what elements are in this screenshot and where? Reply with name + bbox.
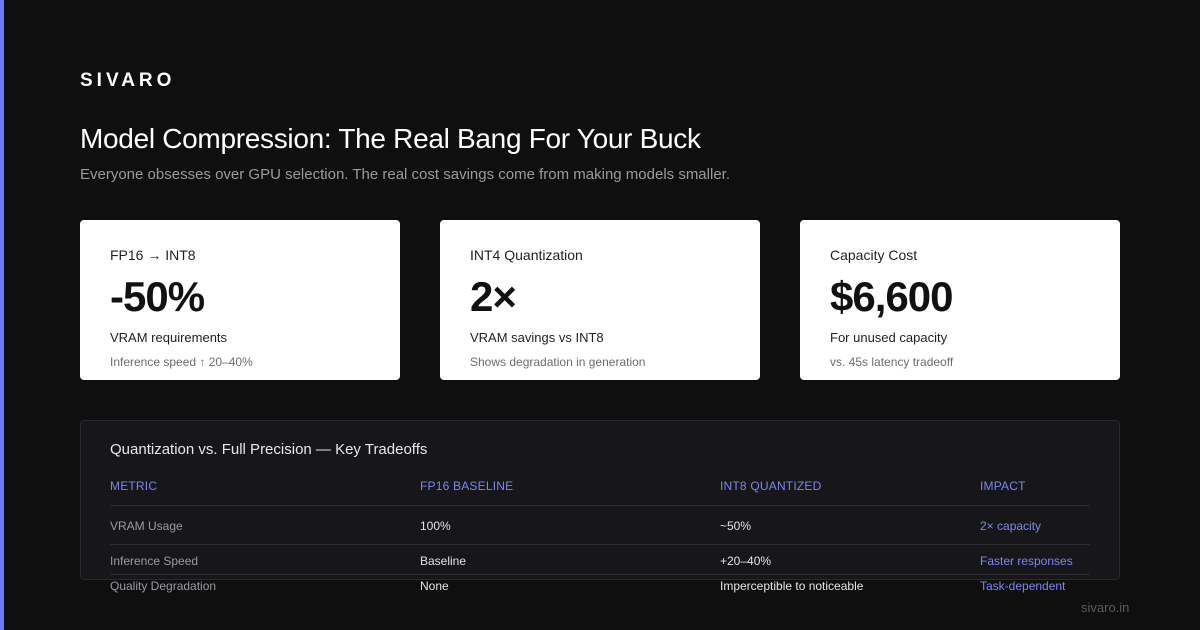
footer-url: sivaro.in [1081,600,1130,615]
table-cell: Imperceptible to noticeable [720,579,864,593]
card-description: VRAM requirements [110,330,228,345]
table-cell: 2× capacity [980,519,1042,533]
table-header-impact: IMPACT [980,479,1026,493]
table-divider [110,505,1090,506]
table-title: Quantization vs. Full Precision — Key Tr… [110,441,428,458]
card-description: For unused capacity [830,330,948,345]
card-description: VRAM savings vs INT8 [470,330,604,345]
card-value: -50% [110,273,205,320]
card-label: FP16 → INT8 [110,247,196,263]
table-cell: +20–40% [720,554,772,568]
page-subtitle: Everyone obsesses over GPU selection. Th… [80,166,730,183]
card-label: Capacity Cost [830,247,918,263]
table-cell: 100% [420,519,451,533]
table-header-metric: METRIC [110,479,158,493]
table-header-int8: INT8 QUANTIZED [720,479,822,493]
table-cell: ~50% [720,519,752,533]
card-value: $6,600 [830,273,953,320]
table-divider [110,544,1090,545]
card-label: INT4 Quantization [470,247,583,263]
table-header-fp16: FP16 BASELINE [420,479,514,493]
stat-card-int4: INT4 Quantization 2× VRAM savings vs INT… [440,220,760,380]
table-cell: Faster responses [980,554,1073,568]
table-cell: Baseline [420,554,467,568]
stat-card-fp16-int8: FP16 → INT8 -50% VRAM requirements Infer… [80,220,400,380]
card-note: vs. 45s latency tradeoff [830,355,954,369]
table-cell: None [420,579,449,593]
card-note: Inference speed ↑ 20–40% [110,355,253,369]
table-divider [110,574,1090,575]
card-note: Shows degradation in generation [470,355,646,369]
stat-card-capacity-cost: Capacity Cost $6,600 For unused capacity… [800,220,1120,380]
page-title: Model Compression: The Real Bang For You… [80,123,701,154]
table-cell: VRAM Usage [110,519,183,533]
card-value: 2× [470,273,517,320]
accent-bar [0,0,4,630]
table-cell: Quality Degradation [110,579,217,593]
brand-logo: SIVARO [80,70,176,91]
table-cell: Task-dependent [980,579,1066,593]
table-cell: Inference Speed [110,554,199,568]
